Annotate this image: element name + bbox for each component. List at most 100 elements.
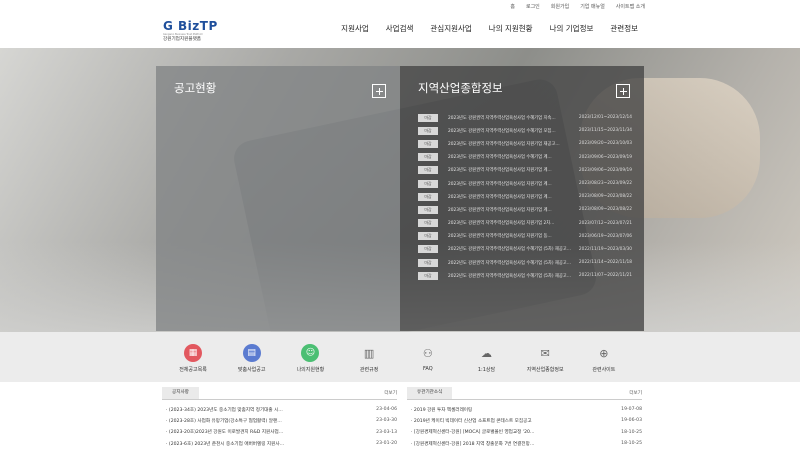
closed-badge: 마감 <box>418 271 438 280</box>
quick-menu-item[interactable]: ▦ 전체공고목록 <box>168 344 218 373</box>
regional-notice-row[interactable]: 마감 2022년도 강원권역 지역주력산업육성사업 수혜기업 (5차) 재공고… 2… <box>418 243 632 256</box>
board-row[interactable]: · (2023-6호) 2023년 춘천시 중소기업 애버버렐링 지원사… 23-… <box>162 438 397 449</box>
globe-icon: ⊕ <box>599 346 609 360</box>
regional-industry-panel-title: 지역산업종합정보 <box>418 81 503 95</box>
quick-menu-item[interactable]: ✉ 지역산업종합정보 <box>520 344 570 374</box>
nav-my-company[interactable]: 나의 기업정보 <box>550 23 594 34</box>
quick-menu-item[interactable]: ☺ 나의지원현황 <box>285 344 335 373</box>
announcement-panel: 공고현황 <box>156 66 400 331</box>
regional-more-plus-icon[interactable] <box>616 84 630 98</box>
signup-link[interactable]: 회원가입 <box>551 3 569 10</box>
quick-menu-label: 관련사이트 <box>592 367 616 373</box>
notice-title[interactable]: 2023년도 강원권역 지역주력산업육성사업 수혜기업 지속… <box>448 115 576 121</box>
notice-period: 2023/12/01~2023/12/14 <box>578 115 632 121</box>
regional-notice-row[interactable]: 마감 2023년도 강원권역 지역주력산업육성사업 수혜기업 모집… 2023/11… <box>418 124 632 137</box>
board-row-title[interactable]: · (2023-6호) 2023년 춘천시 중소기업 애버버렐링 지원사… <box>162 441 370 447</box>
notice-title[interactable]: 2023년도 강원권역 지역주력산업육성사업 지원기업 계… <box>448 194 576 200</box>
board-row-title[interactable]: · 2019 강원 투자 엑셀러레이팅 <box>407 407 615 413</box>
regional-notice-row[interactable]: 마감 2023년도 강원권역 지역주력산업육성사업 지원기업 재공고… 2023/0… <box>418 137 632 150</box>
notice-title[interactable]: 2023년도 강원권역 지역주력산업육성사업 지원기업 계… <box>448 207 576 213</box>
board-row[interactable]: · [강원경제혁신센터-강원] 2018 지역 창출문화 7번 연결전망… 18-… <box>407 438 642 449</box>
utility-links: 홈 로그인 회원가입 기업 매뉴얼 사이트맵 소개 <box>510 3 645 10</box>
board-row-title[interactable]: · 2019년 케이티 빅데이터 신산업 소프트업 콘테스트 모집공고 <box>407 418 615 424</box>
board-row-title[interactable]: · [강원경제혁신센터-강원] 2018 지역 창출문화 7번 연결전망… <box>407 441 615 447</box>
nav-support-programs[interactable]: 지원사업 <box>341 23 369 34</box>
regional-notice-list: 마감 2023년도 강원권역 지역주력산업육성사업 수혜기업 지속… 2023/12… <box>418 111 632 282</box>
notice-period: 2023/08/09~2023/08/22 <box>578 207 632 213</box>
notice-period: 2023/09/06~2023/09/19 <box>578 154 632 160</box>
closed-badge: 마감 <box>418 126 438 135</box>
board-row-date: 19-06-03 <box>621 418 642 424</box>
regional-notice-row[interactable]: 마감 2023년도 강원권역 지역주력산업육성사업 지원기업 2차… 2023/07… <box>418 217 632 230</box>
closed-badge: 마감 <box>418 179 438 188</box>
board-row-title[interactable]: · (2023-20호)2023년 강원도 이로발견지 R&D 지원사업… <box>162 429 370 435</box>
quick-menu-item[interactable]: ⚇ FAQ <box>403 344 453 373</box>
regional-notice-row[interactable]: 마감 2023년도 강원권역 지역주력산업육성사업 수혜기업 지속… 2023/12… <box>418 111 632 124</box>
notice-title[interactable]: 2023년도 강원권역 지역주력산업육성사업 수혜기업 모집… <box>448 128 576 134</box>
rips-icon: ✉ <box>540 346 550 360</box>
quick-menu-label: 관련규정 <box>359 367 379 373</box>
board-row-date: 19-07-08 <box>621 407 642 413</box>
logo-mark: G BizTP <box>163 19 218 33</box>
manual-link[interactable]: 기업 매뉴얼 <box>580 3 605 10</box>
notice-tab[interactable]: 공지사항 <box>162 387 199 399</box>
utility-bar: 홈 로그인 회원가입 기업 매뉴얼 사이트맵 소개 <box>0 0 800 14</box>
notice-title[interactable]: 2022년도 강원권역 지역주력산업육성사업 수혜기업 (5차) 재공고… <box>448 260 576 266</box>
board-row-title[interactable]: · (2023-34호) 2023년도 중소기업 맞춤지역 정기대출 시… <box>162 407 370 413</box>
closed-badge: 마감 <box>418 192 438 201</box>
notice-title[interactable]: 2023년도 강원권역 지역주력산업육성사업 지원기업 계… <box>448 181 576 187</box>
board-row[interactable]: · (2023-20호)2023년 강원도 이로발견지 R&D 지원사업… 23-… <box>162 427 397 438</box>
notice-title[interactable]: 2022년도 강원권역 지역주력산업육성사업 수혜기업 (5차) 재공고… <box>448 246 576 252</box>
notice-board: 공지사항 더보기 · (2023-34호) 2023년도 중소기업 맞춤지역 정… <box>162 387 397 449</box>
regional-notice-row[interactable]: 마감 2022년도 강원권역 지역주력산업육성사업 수혜기업 (5차) 재공고… 2… <box>418 269 632 282</box>
notice-title[interactable]: 2023년도 강원권역 지역주력산업육성사업 지원기업 계… <box>448 167 576 173</box>
board-row[interactable]: · 2019년 케이티 빅데이터 신산업 소프트업 콘테스트 모집공고 19-06… <box>407 415 642 426</box>
quick-menu-item[interactable]: ▤ 맞춤사업공고 <box>227 344 277 373</box>
nav-interest-programs[interactable]: 관심지원사업 <box>430 23 471 34</box>
notice-title[interactable]: 2023년도 강원권역 지역주력산업육성사업 지원기업 2차… <box>448 220 576 226</box>
regional-notice-row[interactable]: 마감 2022년도 강원권역 지역주력산업육성사업 수혜기업 (5차) 재공고… 2… <box>418 256 632 269</box>
regional-notice-row[interactable]: 마감 2023년도 강원권역 지역주력산업육성사업 수혜기업 계… 2023/09/… <box>418 151 632 164</box>
board-row-title[interactable]: · (2023-28호) 사업화 유망기업(강소특구 협업활력) 알랜… <box>162 418 370 424</box>
regional-notice-row[interactable]: 마감 2023년도 강원권역 지역주력산업육성사업 지원기업 동… 2023/06/… <box>418 230 632 243</box>
notice-title[interactable]: 2022년도 강원권역 지역주력산업육성사업 수혜기업 (5차) 재공고… <box>448 273 576 279</box>
nav-related-info[interactable]: 관련정보 <box>610 23 638 34</box>
board-row-title[interactable]: · [강원경제혁신센터-강원] [MOCA] 글로벌몰빈 영업교정 '20… <box>407 429 615 435</box>
notice-title[interactable]: 2023년도 강원권역 지역주력산업육성사업 지원기업 동… <box>448 233 576 239</box>
home-link[interactable]: 홈 <box>510 3 515 10</box>
board-row-date: 18-10-25 <box>621 441 642 447</box>
announcement-more-plus-icon[interactable] <box>372 84 386 98</box>
closed-badge: 마감 <box>418 113 438 122</box>
notice-more-link[interactable]: 더보기 <box>384 390 397 396</box>
board-row[interactable]: · 2019 강원 투자 엑셀러레이팅 19-07-08 <box>407 404 642 415</box>
notice-period: 2023/09/20~2023/10/03 <box>578 141 632 147</box>
board-row[interactable]: · (2023-28호) 사업화 유망기업(강소특구 협업활력) 알랜… 23-0… <box>162 415 397 426</box>
notice-title[interactable]: 2023년도 강원권역 지역주력산업육성사업 지원기업 재공고… <box>448 141 576 147</box>
login-link[interactable]: 로그인 <box>526 3 540 10</box>
board-row[interactable]: · [강원경제혁신센터-강원] [MOCA] 글로벌몰빈 영업교정 '20… 18… <box>407 427 642 438</box>
agency-news-tab[interactable]: 유관기관소식 <box>407 387 453 399</box>
regional-notice-row[interactable]: 마감 2023년도 강원권역 지역주력산업육성사업 지원기업 계… 2023/08/… <box>418 177 632 190</box>
nav-my-applications[interactable]: 나의 지원현황 <box>489 23 533 34</box>
quick-menu-label: FAQ <box>422 366 433 372</box>
sitemap-link[interactable]: 사이트맵 소개 <box>616 3 645 10</box>
closed-badge: 마감 <box>418 219 438 228</box>
board-row-date: 23-03-30 <box>376 418 397 424</box>
quick-menu-item[interactable]: ⊕ 관련사이트 <box>579 344 629 374</box>
nav-program-search[interactable]: 사업검색 <box>386 23 414 34</box>
regional-notice-row[interactable]: 마감 2023년도 강원권역 지역주력산업육성사업 지원기업 계… 2023/08/… <box>418 203 632 216</box>
agency-news-more-link[interactable]: 더보기 <box>629 390 642 396</box>
regional-notice-row[interactable]: 마감 2023년도 강원권역 지역주력산업육성사업 지원기업 계… 2023/09/… <box>418 164 632 177</box>
logo[interactable]: G BizTP Gangwon Business Trust Platform … <box>163 20 218 42</box>
quick-menu-item[interactable]: ☁ 1:1상담 <box>462 344 512 374</box>
notice-period: 2022/11/14~2022/11/18 <box>578 260 632 266</box>
notice-title[interactable]: 2023년도 강원권역 지역주력산업육성사업 수혜기업 계… <box>448 154 576 160</box>
board-row-date: 23-01-20 <box>376 441 397 447</box>
quick-menu-item[interactable]: ▥ 관련규정 <box>344 344 394 374</box>
agency-news-board: 유관기관소식 더보기 · 2019 강원 투자 엑셀러레이팅 19-07-08 · … <box>407 387 642 449</box>
regional-notice-row[interactable]: 마감 2023년도 강원권역 지역주력산업육성사업 지원기업 계… 2023/08/… <box>418 190 632 203</box>
quick-menu: ▦ 전체공고목록 ▤ 맞춤사업공고 ☺ 나의지원현황 ▥ 관련규정 ⚇ FAQ ☁ 1:1상담 ✉ 지역산… <box>0 332 800 382</box>
closed-badge: 마감 <box>418 245 438 254</box>
board-row[interactable]: · (2023-34호) 2023년도 중소기업 맞춤지역 정기대출 시… 23-… <box>162 404 397 415</box>
main-nav: 지원사업 사업검색 관심지원사업 나의 지원현황 나의 기업정보 관련정보 <box>341 23 638 34</box>
